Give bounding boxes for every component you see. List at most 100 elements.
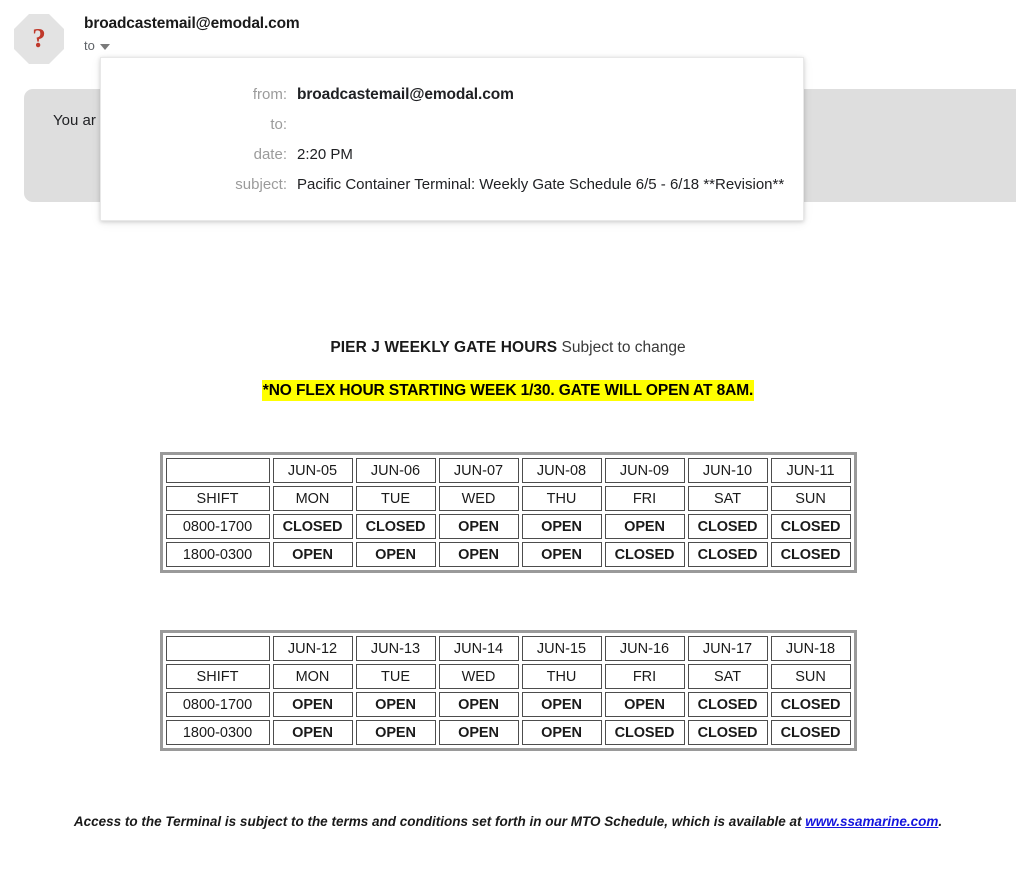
details-row-to: to: (101, 110, 803, 140)
details-value-to (297, 110, 803, 140)
footer-text-after: . (938, 814, 943, 829)
highlight-notice-text: *NO FLEX HOUR STARTING WEEK 1/30. GATE W… (261, 380, 755, 401)
footer-text-before: Access to the Terminal is subject to the… (73, 814, 806, 829)
table-row-weekdays: SHIFT MON TUE WED THU FRI SAT SUN (165, 664, 851, 689)
date-header-cell: JUN-15 (521, 636, 602, 661)
status-cell: OPEN (272, 692, 353, 717)
table-row-dates: JUN-05 JUN-06 JUN-07 JUN-08 JUN-09 JUN-1… (165, 458, 851, 483)
table-row-day-shift: 0800-1700 OPEN OPEN OPEN OPEN OPEN CLOSE… (165, 692, 851, 717)
shift-time-cell: 0800-1700 (165, 514, 270, 539)
weekday-cell: MON (272, 664, 353, 689)
date-header-cell: JUN-12 (272, 636, 353, 661)
status-cell: OPEN (355, 542, 436, 567)
weekday-cell: THU (521, 664, 602, 689)
shift-header-cell: SHIFT (165, 486, 270, 511)
table-row-night-shift: 1800-0300 OPEN OPEN OPEN OPEN CLOSED CLO… (165, 720, 851, 745)
sender-block: broadcastemail@emodal.com to (84, 14, 300, 54)
date-header-cell: JUN-09 (604, 458, 685, 483)
status-cell: CLOSED (604, 720, 685, 745)
status-cell: CLOSED (770, 720, 851, 745)
weekday-cell: WED (438, 486, 519, 511)
highlight-notice: *NO FLEX HOUR STARTING WEEK 1/30. GATE W… (0, 380, 1016, 402)
details-label-from: from: (252, 86, 287, 103)
date-header-cell: JUN-08 (521, 458, 602, 483)
status-cell: CLOSED (687, 542, 768, 567)
schedule-table-week1: JUN-05 JUN-06 JUN-07 JUN-08 JUN-09 JUN-1… (159, 452, 857, 573)
weekday-cell: TUE (355, 486, 436, 511)
sender-email[interactable]: broadcastemail@emodal.com (84, 14, 300, 34)
date-header-cell: JUN-05 (272, 458, 353, 483)
question-mark-icon: ? (32, 23, 46, 53)
blank-header-cell (165, 458, 270, 483)
status-cell: OPEN (272, 542, 353, 567)
avatar: ? (14, 14, 64, 64)
status-cell: OPEN (438, 514, 519, 539)
ssamarine-link[interactable]: www.ssamarine.com (805, 814, 938, 829)
status-cell: CLOSED (687, 692, 768, 717)
date-header-cell: JUN-17 (687, 636, 768, 661)
details-value-from: broadcastemail@emodal.com (297, 86, 514, 103)
schedule-week2-wrapper: JUN-12 JUN-13 JUN-14 JUN-15 JUN-16 JUN-1… (0, 630, 1016, 751)
blank-header-cell (165, 636, 270, 661)
date-header-cell: JUN-06 (355, 458, 436, 483)
weekday-cell: SAT (687, 486, 768, 511)
weekday-cell: SAT (687, 664, 768, 689)
shift-time-cell: 1800-0300 (165, 542, 270, 567)
table-row-dates: JUN-12 JUN-13 JUN-14 JUN-15 JUN-16 JUN-1… (165, 636, 851, 661)
weekday-cell: SUN (770, 664, 851, 689)
chevron-down-icon[interactable] (99, 44, 110, 50)
status-cell: OPEN (438, 692, 519, 717)
weekday-cell: MON (272, 486, 353, 511)
details-value-subject: Pacific Container Terminal: Weekly Gate … (297, 176, 785, 193)
details-label-date: date: (253, 146, 287, 163)
status-cell: OPEN (604, 514, 685, 539)
recipient-row[interactable]: to (84, 38, 300, 54)
status-cell: OPEN (604, 692, 685, 717)
email-body: PIER J WEEKLY GATE HOURS Subject to chan… (0, 230, 1016, 831)
details-value-date: 2:20 PM (297, 146, 353, 163)
weekday-cell: TUE (355, 664, 436, 689)
status-cell: CLOSED (770, 692, 851, 717)
details-row-from: from: broadcastemail@emodal.com (101, 80, 803, 110)
status-cell: OPEN (521, 514, 602, 539)
details-label-to: to: (270, 116, 287, 133)
status-cell: CLOSED (770, 514, 851, 539)
shift-time-cell: 0800-1700 (165, 692, 270, 717)
status-cell: OPEN (521, 542, 602, 567)
page-title-strong: PIER J WEEKLY GATE HOURS (330, 339, 558, 356)
status-cell: OPEN (521, 692, 602, 717)
page-title: PIER J WEEKLY GATE HOURS Subject to chan… (0, 338, 1016, 358)
schedule-table-week2: JUN-12 JUN-13 JUN-14 JUN-15 JUN-16 JUN-1… (159, 630, 857, 751)
status-cell: CLOSED (770, 542, 851, 567)
weekday-cell: SUN (770, 486, 851, 511)
table-row-night-shift: 1800-0300 OPEN OPEN OPEN OPEN CLOSED CLO… (165, 542, 851, 567)
table-row-day-shift: 0800-1700 CLOSED CLOSED OPEN OPEN OPEN C… (165, 514, 851, 539)
date-header-cell: JUN-07 (438, 458, 519, 483)
details-row-date: date: 2:20 PM (101, 140, 803, 170)
status-cell: CLOSED (355, 514, 436, 539)
status-cell: OPEN (355, 692, 436, 717)
status-cell: CLOSED (272, 514, 353, 539)
status-cell: OPEN (355, 720, 436, 745)
footer-disclaimer: Access to the Terminal is subject to the… (0, 813, 1016, 831)
weekday-cell: FRI (604, 664, 685, 689)
schedule-week1-wrapper: JUN-05 JUN-06 JUN-07 JUN-08 JUN-09 JUN-1… (0, 452, 1016, 573)
message-details-table: from: broadcastemail@emodal.com to: date… (101, 80, 803, 200)
status-cell: OPEN (272, 720, 353, 745)
status-cell: CLOSED (687, 514, 768, 539)
weekday-cell: WED (438, 664, 519, 689)
date-header-cell: JUN-18 (770, 636, 851, 661)
status-cell: CLOSED (604, 542, 685, 567)
weekday-cell: FRI (604, 486, 685, 511)
details-row-subject: subject: Pacific Container Terminal: Wee… (101, 170, 803, 200)
to-label: to (84, 38, 95, 53)
weekday-cell: THU (521, 486, 602, 511)
date-header-cell: JUN-16 (604, 636, 685, 661)
details-label-subject: subject: (235, 176, 287, 193)
date-header-cell: JUN-11 (770, 458, 851, 483)
date-header-cell: JUN-13 (355, 636, 436, 661)
status-cell: OPEN (438, 720, 519, 745)
shift-header-cell: SHIFT (165, 664, 270, 689)
message-details-popup: from: broadcastemail@emodal.com to: date… (100, 57, 804, 221)
status-cell: OPEN (438, 542, 519, 567)
